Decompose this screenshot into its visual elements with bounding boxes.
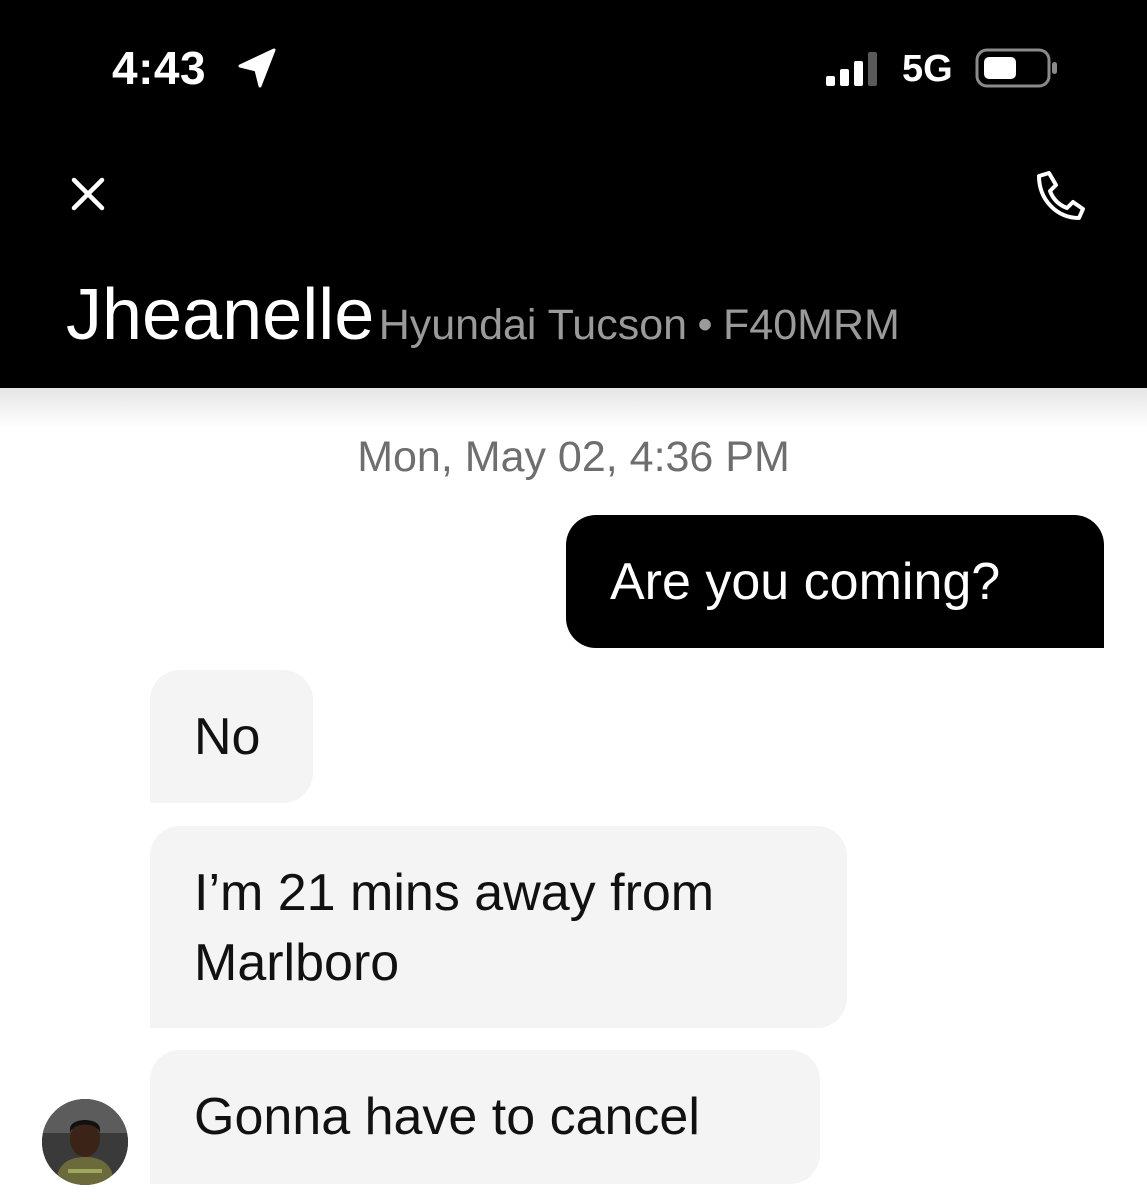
driver-name: Jheanelle xyxy=(66,275,375,355)
status-time: 4:43 xyxy=(112,42,207,94)
separator-dot: • xyxy=(697,301,713,349)
vehicle-model: Hyundai Tucson xyxy=(378,301,688,349)
message-bubble-incoming: No xyxy=(150,670,313,803)
message-bubble-incoming: I’m 21 mins away from Marlboro xyxy=(150,826,847,1028)
avatar-photo xyxy=(42,1099,128,1185)
close-icon[interactable] xyxy=(66,172,110,216)
license-plate: F40MRM xyxy=(723,301,900,349)
header-shadow xyxy=(0,388,1147,428)
network-type: 5G xyxy=(902,48,953,90)
driver-title-row: Jheanelle Hyundai Tucson • F40MRM xyxy=(66,272,900,358)
message-bubble-incoming: Gonna have to cancel xyxy=(150,1050,820,1184)
driver-avatar[interactable] xyxy=(42,1099,128,1185)
cellular-signal-icon xyxy=(826,52,877,86)
message-bubble-outgoing: Are you coming? xyxy=(566,515,1104,648)
phone-icon[interactable] xyxy=(1030,168,1086,224)
location-arrow-icon xyxy=(238,48,276,88)
chat-header: 4:43 5G Jheanelle Hyundai Tucson • F40MR… xyxy=(0,0,1147,388)
battery-icon xyxy=(975,48,1057,88)
conversation-date-stamp: Mon, May 02, 4:36 PM xyxy=(357,433,790,481)
